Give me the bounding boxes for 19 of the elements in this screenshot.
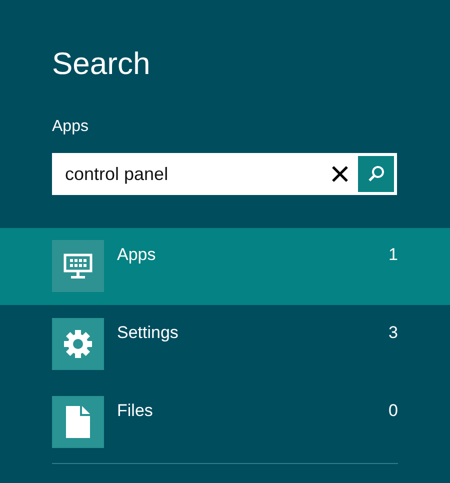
result-label: Apps bbox=[117, 244, 157, 266]
result-count: 3 bbox=[388, 322, 398, 344]
search-field[interactable]: control panel bbox=[52, 153, 397, 195]
document-icon bbox=[52, 396, 104, 448]
result-row[interactable]: Files 0 bbox=[0, 383, 450, 461]
gear-icon bbox=[52, 318, 104, 370]
search-button[interactable] bbox=[358, 156, 394, 192]
result-row[interactable]: Apps 1 bbox=[0, 228, 450, 305]
search-input[interactable]: control panel bbox=[52, 162, 322, 186]
result-count: 1 bbox=[388, 244, 398, 266]
scope-label: Apps bbox=[52, 117, 90, 137]
search-icon bbox=[367, 165, 385, 183]
result-label: Files bbox=[117, 400, 154, 422]
result-label: Settings bbox=[117, 322, 180, 344]
result-count: 0 bbox=[388, 400, 398, 422]
monitor-icon bbox=[52, 240, 104, 292]
pane-title: Search bbox=[52, 45, 152, 83]
close-icon bbox=[331, 165, 349, 183]
result-row[interactable]: Settings 3 bbox=[0, 305, 450, 383]
